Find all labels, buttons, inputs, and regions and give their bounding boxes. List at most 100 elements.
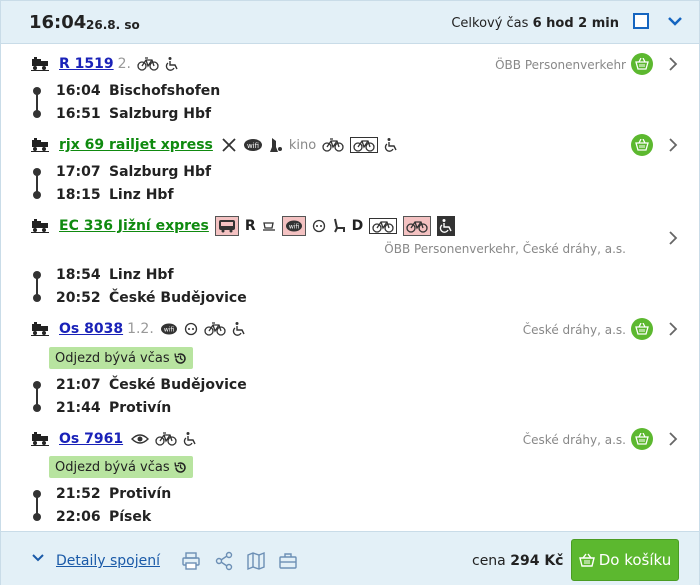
punctuality-label: Odjezd bývá včas bbox=[55, 459, 170, 475]
bike-icon bbox=[137, 55, 159, 73]
eye-icon bbox=[131, 430, 150, 448]
service-letter-d: D bbox=[351, 218, 364, 234]
train-link[interactable]: EC 336 Jižní expres bbox=[59, 218, 209, 234]
stop-time: 17:07 bbox=[56, 164, 101, 180]
bike-icon bbox=[204, 320, 226, 338]
wifi-icon: wifi bbox=[160, 320, 178, 338]
svg-text:wifi: wifi bbox=[247, 142, 259, 150]
segment-train-row: Os 7961 bbox=[31, 429, 203, 449]
stop-station: Protivín bbox=[109, 400, 172, 416]
briefcase-icon[interactable] bbox=[278, 551, 298, 571]
total-time-value: 6 hod 2 min bbox=[532, 16, 619, 31]
chevron-down-icon[interactable] bbox=[666, 12, 684, 30]
price-label: cena bbox=[472, 553, 506, 569]
chevron-down-icon[interactable] bbox=[31, 553, 45, 563]
add-to-cart-label: Do košíku bbox=[598, 551, 672, 569]
stop-station: Linz Hbf bbox=[109, 187, 174, 203]
carrier-label: ÖBB Personenverkehr, České dráhy, a.s. bbox=[384, 242, 626, 256]
socket-icon bbox=[312, 217, 326, 235]
train-icon bbox=[31, 57, 49, 71]
carrier-label: ÖBB Personenverkehr bbox=[495, 58, 626, 72]
punctuality-badge: Odjezd bývá včas bbox=[49, 456, 193, 478]
connection-footer: Detaily spojení cena 294 Kč Do košíku bbox=[1, 531, 699, 585]
stop-time: 18:15 bbox=[56, 187, 101, 203]
train-class: 1.2. bbox=[127, 321, 154, 337]
history-icon bbox=[173, 461, 186, 473]
basket-icon bbox=[578, 553, 595, 567]
bike-icon bbox=[155, 430, 177, 448]
kino-label: kino bbox=[288, 137, 317, 153]
departure-date: 26.8. so bbox=[86, 18, 140, 32]
wifi-icon: wifi bbox=[243, 136, 263, 154]
stop-dot bbox=[33, 513, 41, 521]
print-icon[interactable] bbox=[181, 551, 201, 571]
details-link[interactable]: Detaily spojení bbox=[56, 553, 160, 569]
stop-station: Písek bbox=[109, 509, 152, 525]
segment-train-row: Os 8038 1.2. wifi bbox=[31, 319, 252, 339]
stop-time: 21:44 bbox=[56, 400, 101, 416]
restaurant-icon bbox=[221, 136, 237, 154]
stop-station: Protivín bbox=[109, 486, 172, 502]
train-icon bbox=[31, 432, 49, 446]
segment-train-row: R 1519 2. bbox=[31, 54, 185, 74]
bike-icon bbox=[322, 136, 344, 154]
history-icon bbox=[173, 352, 186, 364]
stop-time: 21:07 bbox=[56, 377, 101, 393]
select-checkbox[interactable] bbox=[633, 13, 649, 29]
train-link[interactable]: rjx 69 railjet xpress bbox=[59, 137, 213, 153]
basket-icon[interactable] bbox=[631, 53, 653, 75]
basket-icon[interactable] bbox=[631, 134, 653, 156]
stop-station: Salzburg Hbf bbox=[109, 164, 212, 180]
segment-train-row: rjx 69 railjet xpress wifi kino bbox=[31, 135, 404, 155]
map-icon[interactable] bbox=[246, 551, 266, 571]
socket-icon bbox=[184, 320, 198, 338]
stop-time: 18:54 bbox=[56, 267, 101, 283]
train-icon bbox=[31, 322, 49, 336]
wheelchair-icon bbox=[384, 136, 398, 154]
segment-train-row: EC 336 Jižní expres R wifi D bbox=[31, 216, 461, 236]
stop-time: 20:52 bbox=[56, 290, 101, 306]
carrier-label: České dráhy, a.s. bbox=[522, 323, 626, 337]
wheelchair-icon bbox=[165, 55, 179, 73]
chevron-right-icon[interactable] bbox=[667, 231, 679, 245]
basket-icon[interactable] bbox=[631, 428, 653, 450]
stop-time: 22:06 bbox=[56, 509, 101, 525]
stop-time: 21:52 bbox=[56, 486, 101, 502]
stop-dot bbox=[33, 191, 41, 199]
connection-card: 16:04 26.8. so Celkový čas 6 hod 2 min R… bbox=[0, 0, 700, 585]
stop-station: Linz Hbf bbox=[109, 267, 174, 283]
carrier-label: České dráhy, a.s. bbox=[522, 433, 626, 447]
bus-icon bbox=[214, 216, 239, 236]
train-icon bbox=[31, 138, 49, 152]
total-time-label: Celkový čas bbox=[451, 16, 529, 31]
stop-dot bbox=[33, 110, 41, 118]
chevron-right-icon[interactable] bbox=[667, 322, 679, 336]
bike-icon bbox=[403, 216, 432, 236]
departure-time: 16:04 bbox=[29, 12, 87, 33]
bistro-icon bbox=[262, 217, 276, 235]
train-link[interactable]: Os 8038 bbox=[59, 321, 123, 337]
svg-text:wifi: wifi bbox=[288, 224, 299, 231]
basket-icon[interactable] bbox=[631, 318, 653, 340]
seat-icon bbox=[332, 217, 346, 235]
punctuality-badge: Odjezd bývá včas bbox=[49, 347, 193, 369]
wheelchair-icon bbox=[437, 216, 456, 236]
chevron-right-icon[interactable] bbox=[667, 432, 679, 446]
chevron-right-icon[interactable] bbox=[667, 57, 679, 71]
stop-dot bbox=[33, 404, 41, 412]
connection-header: 16:04 26.8. so Celkový čas 6 hod 2 min bbox=[1, 1, 699, 44]
wheelchair-icon bbox=[232, 320, 246, 338]
train-link[interactable]: R 1519 bbox=[59, 56, 114, 72]
punctuality-label: Odjezd bývá včas bbox=[55, 350, 170, 366]
stop-station: Salzburg Hbf bbox=[109, 106, 212, 122]
stop-time: 16:51 bbox=[56, 106, 101, 122]
stop-time: 16:04 bbox=[56, 83, 101, 99]
price: cena 294 Kč bbox=[472, 553, 563, 569]
svg-text:wifi: wifi bbox=[164, 327, 175, 334]
total-time: Celkový čas 6 hod 2 min bbox=[451, 16, 619, 31]
cleaning-icon bbox=[269, 136, 283, 154]
add-to-cart-button[interactable]: Do košíku bbox=[571, 539, 679, 581]
share-icon[interactable] bbox=[214, 551, 234, 571]
chevron-right-icon[interactable] bbox=[667, 138, 679, 152]
train-link[interactable]: Os 7961 bbox=[59, 431, 123, 447]
